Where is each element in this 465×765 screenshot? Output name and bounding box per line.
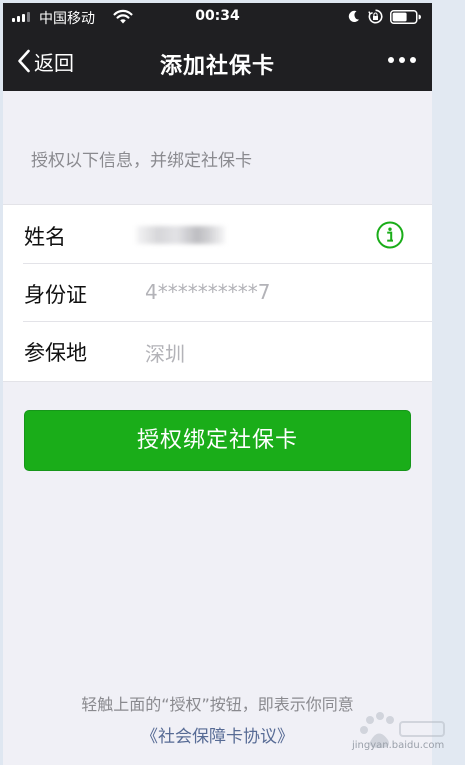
more-dot-icon bbox=[388, 57, 394, 63]
id-card-label: 身份证 bbox=[24, 283, 87, 307]
form-row-insured-location: 参保地 深圳 bbox=[3, 321, 432, 379]
name-label: 姓名 bbox=[24, 225, 66, 249]
redacted-name bbox=[136, 226, 226, 244]
page-title: 添加社保卡 bbox=[159, 54, 275, 79]
more-options-button[interactable] bbox=[388, 57, 416, 63]
more-dot-icon bbox=[410, 57, 416, 63]
id-card-value: 4**********7 bbox=[145, 280, 271, 304]
phone-screen: 中国移动 00:34 返回 添加社保卡 授权以下信息，并绑定社保卡 姓名 身份证… bbox=[3, 3, 432, 765]
form-row-id-card: 身份证 4**********7 bbox=[3, 263, 432, 321]
navigation-bar: 返回 添加社保卡 bbox=[3, 31, 432, 91]
authorization-hint: 授权以下信息，并绑定社保卡 bbox=[31, 151, 252, 171]
rotation-lock-icon bbox=[368, 9, 383, 24]
watermark-text: jingyan.baidu.com bbox=[352, 740, 445, 751]
moon-icon bbox=[348, 10, 359, 22]
insured-location-label: 参保地 bbox=[24, 341, 87, 365]
insured-location-value: 深圳 bbox=[145, 342, 185, 366]
status-bar: 中国移动 00:34 bbox=[3, 3, 432, 31]
authorize-bind-button[interactable]: 授权绑定社保卡 bbox=[24, 410, 411, 471]
info-form: 姓名 身份证 4**********7 参保地 深圳 bbox=[3, 204, 432, 382]
battery-icon bbox=[390, 10, 421, 24]
info-icon[interactable] bbox=[376, 221, 404, 249]
more-dot-icon bbox=[399, 57, 405, 63]
background-edge bbox=[432, 0, 465, 765]
form-row-name: 姓名 bbox=[3, 205, 432, 263]
